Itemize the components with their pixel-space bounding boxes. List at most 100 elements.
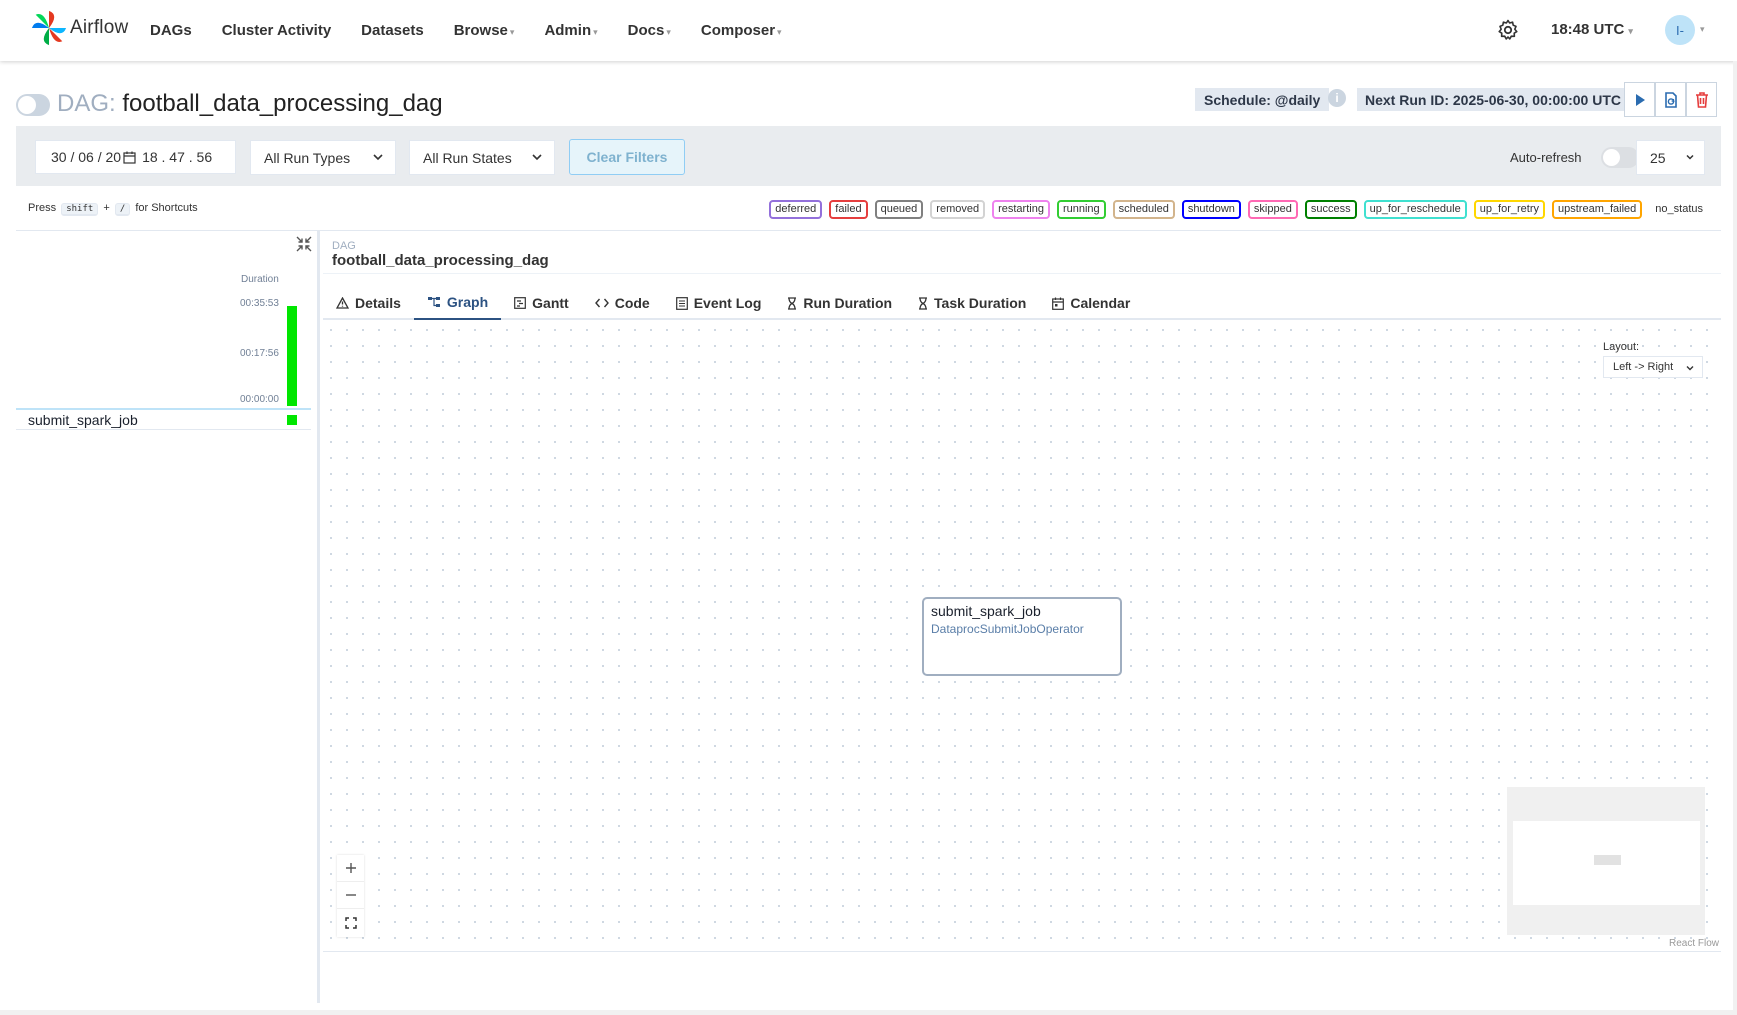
dag-run-duration-bar[interactable] [287,306,297,406]
top-navbar: Airflow DAGs Cluster Activity Datasets B… [0,0,1737,61]
info-icon[interactable]: i [1328,89,1346,107]
zoom-in-button[interactable] [337,855,364,882]
duration-tick: 00:00:00 [240,394,279,405]
nav-datasets-label: Datasets [361,22,424,39]
code-icon [594,298,609,308]
legend-item-shutdown[interactable]: shutdown [1181,199,1241,219]
nav-browse-label: Browse [453,22,508,39]
zoom-out-button[interactable] [337,882,364,909]
fit-view-icon [344,916,357,929]
task-instance-status[interactable] [287,415,297,425]
base-date-input[interactable]: 30 / 06 / 20 18 . 47 . 56 [35,140,236,174]
auto-refresh-label: Auto-refresh [1510,150,1582,165]
nav-composer[interactable]: Composer ▾ [701,22,782,39]
duration-label: Duration [241,274,279,285]
nav-admin[interactable]: Admin ▾ [544,22,597,39]
run-types-select[interactable]: All Run Types [250,140,396,175]
tab-event-log[interactable]: Event Log [663,286,775,320]
legend-item-running[interactable]: running [1056,199,1106,219]
task-node[interactable]: submit_spark_job DataprocSubmitJobOperat… [922,597,1122,676]
airflow-logo[interactable]: Airflow [30,9,128,47]
task-row[interactable]: submit_spark_job [16,410,311,430]
dag-title-name[interactable]: football_data_processing_dag [122,90,442,117]
legend-item-queued[interactable]: queued [874,199,924,219]
main-nav: DAGs Cluster Activity Datasets Browse ▾ A… [150,0,812,61]
calendar-icon[interactable] [123,151,136,164]
react-flow-attribution[interactable]: React Flow [1669,938,1719,949]
tab-code-label: Code [614,295,650,311]
tab-details[interactable]: Details [323,286,414,320]
tab-calendar[interactable]: Calendar [1039,286,1143,320]
page-title: DAG: football_data_processing_dag [57,90,443,118]
caret-down-icon: ▾ [777,27,782,37]
panel-resize-handle[interactable] [317,230,320,1003]
next-run-badge: Next Run ID: 2025-06-30, 00:00:00 UTC [1357,88,1629,111]
nav-datasets[interactable]: Datasets [361,22,424,39]
legend-item-deferred[interactable]: deferred [769,199,823,219]
legend-item-removed[interactable]: removed [930,199,986,219]
page-scrollbar[interactable] [1733,61,1737,1015]
fit-view-button[interactable] [337,909,364,936]
tab-code[interactable]: Code [582,286,663,320]
tab-graph[interactable]: Graph [413,286,502,320]
legend-item-success[interactable]: success [1304,199,1357,219]
delete-dag-button[interactable] [1686,82,1717,117]
caret-down-icon: ▾ [593,27,598,37]
section-divider [16,230,1721,231]
caret-down-icon: ▾ [666,27,671,37]
legend-item-restarting[interactable]: restarting [992,199,1050,219]
run-states-value: All Run States [423,149,512,166]
task-node-name: submit_spark_job [931,603,1041,619]
nav-browse[interactable]: Browse ▾ [454,22,515,39]
run-states-select[interactable]: All Run States [409,140,555,175]
run-count-select[interactable]: 25 [1636,140,1705,175]
legend-item-up-for-reschedule[interactable]: up_for_reschedule [1363,199,1467,219]
status-legend: deferred failed queued removed restarting run… [762,199,1709,219]
nav-dags-label: DAGs [150,22,192,39]
tab-gantt[interactable]: Gantt [501,286,582,320]
dag-pause-toggle[interactable] [16,94,50,116]
schedule-badge: Schedule: @daily [1195,88,1330,111]
tab-gantt-label: Gantt [532,295,569,311]
gear-icon[interactable] [1496,18,1520,42]
graph-minimap[interactable] [1507,787,1705,935]
layout-select[interactable]: Left -> Right [1603,356,1703,378]
run-types-value: All Run Types [264,149,351,166]
refresh-file-icon [1664,91,1677,108]
tab-task-duration[interactable]: Task Duration [905,286,1039,320]
legend-item-failed[interactable]: failed [829,199,868,219]
nav-admin-label: Admin [544,22,592,39]
shortcut-suffix: for Shortcuts [135,202,198,214]
kbd-slash: / [114,203,131,216]
task-name[interactable]: submit_spark_job [28,412,138,428]
avatar-initials: I- [1676,22,1684,38]
legend-item-no-status[interactable]: no_status [1649,200,1709,219]
date-value: 30 / 06 / 20 [51,149,122,165]
legend-item-scheduled[interactable]: scheduled [1112,199,1175,219]
nav-docs-label: Docs [627,22,665,39]
auto-refresh-toggle[interactable] [1601,147,1639,168]
collapse-icon[interactable] [295,235,313,253]
time-value: 18 . 47 . 56 [142,149,213,165]
utc-clock[interactable]: 18:48 UTC ▾ [1551,21,1633,38]
kbd-shift: shift [61,203,99,216]
trigger-dag-button[interactable] [1624,82,1655,117]
nav-dags[interactable]: DAGs [150,22,192,39]
reparse-dag-button[interactable] [1655,82,1686,117]
legend-item-skipped[interactable]: skipped [1247,199,1298,219]
legend-item-upstream-failed[interactable]: upstream_failed [1552,199,1643,219]
clear-filters-button[interactable]: Clear Filters [569,139,685,175]
chevron-down-icon [1686,366,1694,371]
nav-docs[interactable]: Docs ▾ [628,22,671,39]
task-node-operator: DataprocSubmitJobOperator [931,622,1084,636]
tab-details-label: Details [355,295,401,311]
legend-item-up-for-retry[interactable]: up_for_retry [1473,199,1546,219]
nav-cluster-activity[interactable]: Cluster Activity [222,22,331,39]
user-avatar[interactable]: I- [1665,15,1695,45]
calendar-icon [1052,297,1065,310]
caret-down-icon[interactable]: ▾ [1700,24,1705,35]
shortcut-plus: + [103,202,110,214]
gantt-icon [514,297,527,309]
breadcrumb-dag-name[interactable]: football_data_processing_dag [332,252,549,269]
tab-run-duration[interactable]: Run Duration [774,286,905,320]
